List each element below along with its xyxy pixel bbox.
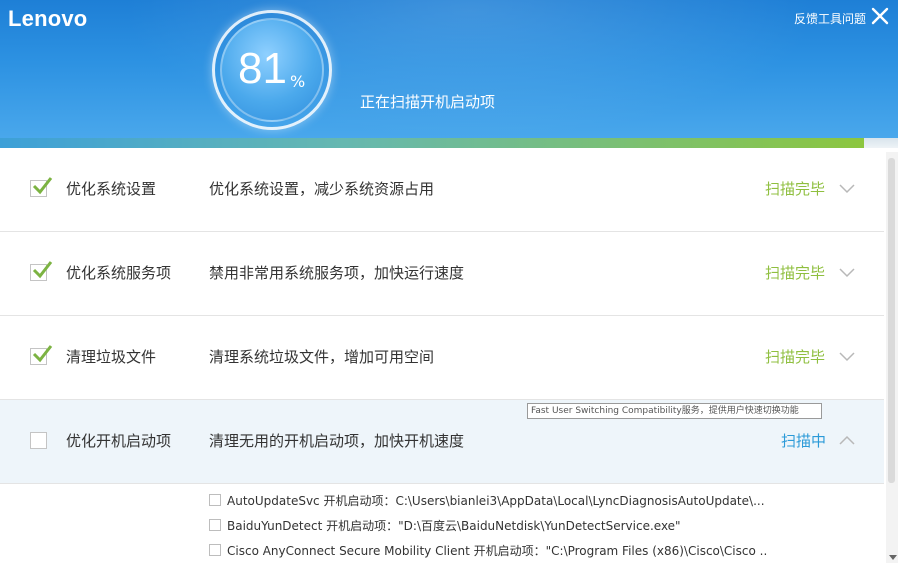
startup-item-checkbox[interactable]	[209, 544, 221, 556]
list-item: BaiduYunDetect 开机启动项："D:\百度云\BaiduNetdis…	[209, 516, 769, 536]
task-description: 清理系统垃圾文件，增加可用空间	[209, 348, 435, 366]
task-status: 扫描完毕	[765, 348, 826, 366]
progress-bar-fill	[0, 138, 864, 148]
scan-status-text: 正在扫描开机启动项	[360, 93, 496, 111]
startup-item-checkbox[interactable]	[209, 519, 221, 531]
startup-item-text: Cisco AnyConnect Secure Mobility Client …	[227, 544, 767, 558]
progress-unit: %	[290, 72, 306, 91]
task-status: 扫描完毕	[765, 264, 826, 282]
list-item: Cisco AnyConnect Secure Mobility Client …	[209, 541, 769, 561]
task-name: 优化系统设置	[66, 180, 157, 198]
task-checkbox[interactable]	[30, 177, 53, 197]
task-description: 禁用非常用系统服务项，加快运行速度	[209, 264, 465, 282]
task-status: 扫描完毕	[765, 180, 826, 198]
task-row-junk-files: 清理垃圾文件 清理系统垃圾文件，增加可用空间 扫描完毕	[0, 316, 884, 400]
chevron-down-icon[interactable]	[838, 181, 856, 195]
chevron-down-icon[interactable]	[838, 265, 856, 279]
lenovo-logo: Lenovo	[8, 6, 88, 31]
chevron-up-icon[interactable]	[838, 433, 856, 447]
task-description: 优化系统设置，减少系统资源占用	[209, 180, 435, 198]
task-status: 扫描中	[781, 432, 827, 450]
task-checkbox[interactable]	[30, 261, 53, 281]
task-name: 清理垃圾文件	[66, 348, 157, 366]
progress-percent: 81	[238, 44, 287, 93]
task-name: 优化开机启动项	[66, 432, 172, 450]
header-banner: Lenovo 反馈工具问题 81 % 正在扫描开机启动项	[0, 0, 898, 140]
task-row-system-services: 优化系统服务项 禁用非常用系统服务项，加快运行速度 扫描完毕	[0, 232, 884, 316]
task-row-system-settings: 优化系统设置 优化系统设置，减少系统资源占用 扫描完毕	[0, 148, 884, 232]
scrollbar-thumb[interactable]	[888, 158, 895, 483]
task-checkbox[interactable]	[30, 432, 47, 449]
close-icon[interactable]	[870, 6, 890, 26]
chevron-down-icon[interactable]	[838, 349, 856, 363]
feedback-link[interactable]: 反馈工具问题	[794, 10, 866, 27]
scroll-down-arrow-icon[interactable]	[889, 555, 897, 560]
task-name: 优化系统服务项	[66, 264, 172, 282]
startup-item-checkbox[interactable]	[209, 494, 221, 506]
task-description: 清理无用的开机启动项，加快开机速度	[209, 432, 465, 450]
startup-item-text: BaiduYunDetect 开机启动项："D:\百度云\BaiduNetdis…	[227, 519, 681, 533]
startup-item-text: AutoUpdateSvc 开机启动项：C:\Users\bianlei3\Ap…	[227, 494, 765, 508]
list-item: AutoUpdateSvc 开机启动项：C:\Users\bianlei3\Ap…	[209, 491, 769, 511]
tooltip: Fast User Switching Compatibility服务，提供用户…	[527, 403, 822, 419]
task-checkbox[interactable]	[30, 345, 53, 365]
